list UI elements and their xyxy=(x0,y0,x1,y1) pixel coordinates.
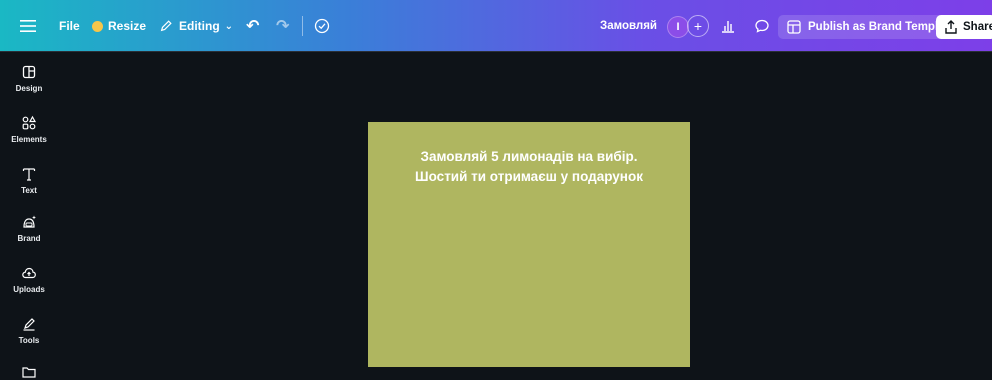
file-menu[interactable]: File xyxy=(59,0,80,52)
undo-icon: ↶ xyxy=(246,18,260,35)
redo-button[interactable]: ↷ xyxy=(276,0,289,52)
document-title[interactable]: Замовляй xyxy=(600,0,657,52)
sidebar-item-elements[interactable]: Elements xyxy=(0,115,58,144)
crown-badge-icon xyxy=(92,20,103,32)
sidebar-item-uploads[interactable]: Uploads xyxy=(0,265,58,294)
resize-button[interactable]: Resize xyxy=(92,0,146,52)
promo-text-box[interactable]: Замовляй 5 лимонадів на вибір. Шостий ти… xyxy=(368,147,690,187)
sidebar-item-tools[interactable]: Tools xyxy=(0,316,58,345)
toolbar-divider xyxy=(302,16,303,36)
folder-icon xyxy=(22,367,36,378)
menu-icon xyxy=(20,20,36,32)
plus-icon: + xyxy=(693,18,703,34)
elements-icon xyxy=(22,115,37,130)
brand-template-icon xyxy=(787,20,801,34)
save-status-button[interactable] xyxy=(314,0,330,52)
text-icon xyxy=(22,168,36,181)
comment-icon xyxy=(755,19,769,33)
comments-button[interactable] xyxy=(751,15,773,37)
sidebar-item-design[interactable]: Design xyxy=(0,64,58,93)
analytics-icon xyxy=(722,21,734,33)
sidebar-item-text[interactable]: Text xyxy=(0,166,58,195)
share-button[interactable]: Share xyxy=(936,15,992,39)
cloud-check-icon xyxy=(314,18,330,34)
avatar[interactable]: I xyxy=(667,16,689,38)
add-collaborator-button[interactable]: + xyxy=(687,15,709,37)
top-toolbar: File Resize Editing ⌄ ↶ ↷ Замовляй I + P… xyxy=(0,0,992,52)
promo-text-line-2: Шостий ти отримаєш у подарунок xyxy=(415,169,643,184)
share-icon xyxy=(945,20,957,34)
design-icon xyxy=(22,65,36,79)
side-panel: Design Elements Text Brand Uploads Tools xyxy=(0,52,58,378)
chevron-down-icon: ⌄ xyxy=(224,20,234,32)
design-page[interactable]: Замовляй 5 лимонадів на вибір. Шостий ти… xyxy=(368,122,690,367)
sidebar-item-brand[interactable]: Brand xyxy=(0,214,58,243)
insights-button[interactable] xyxy=(717,15,739,37)
sidebar-item-more[interactable] xyxy=(0,364,58,380)
redo-icon: ↷ xyxy=(276,18,290,35)
menu-button[interactable] xyxy=(20,0,36,52)
brand-icon xyxy=(23,215,36,228)
editing-mode-dropdown[interactable]: Editing ⌄ xyxy=(159,0,233,52)
undo-button[interactable]: ↶ xyxy=(246,0,259,52)
pencil-icon xyxy=(160,20,172,32)
uploads-icon xyxy=(22,267,36,279)
tools-icon xyxy=(23,318,35,331)
promo-text-line-1: Замовляй 5 лимонадів на вибір. xyxy=(420,149,638,164)
